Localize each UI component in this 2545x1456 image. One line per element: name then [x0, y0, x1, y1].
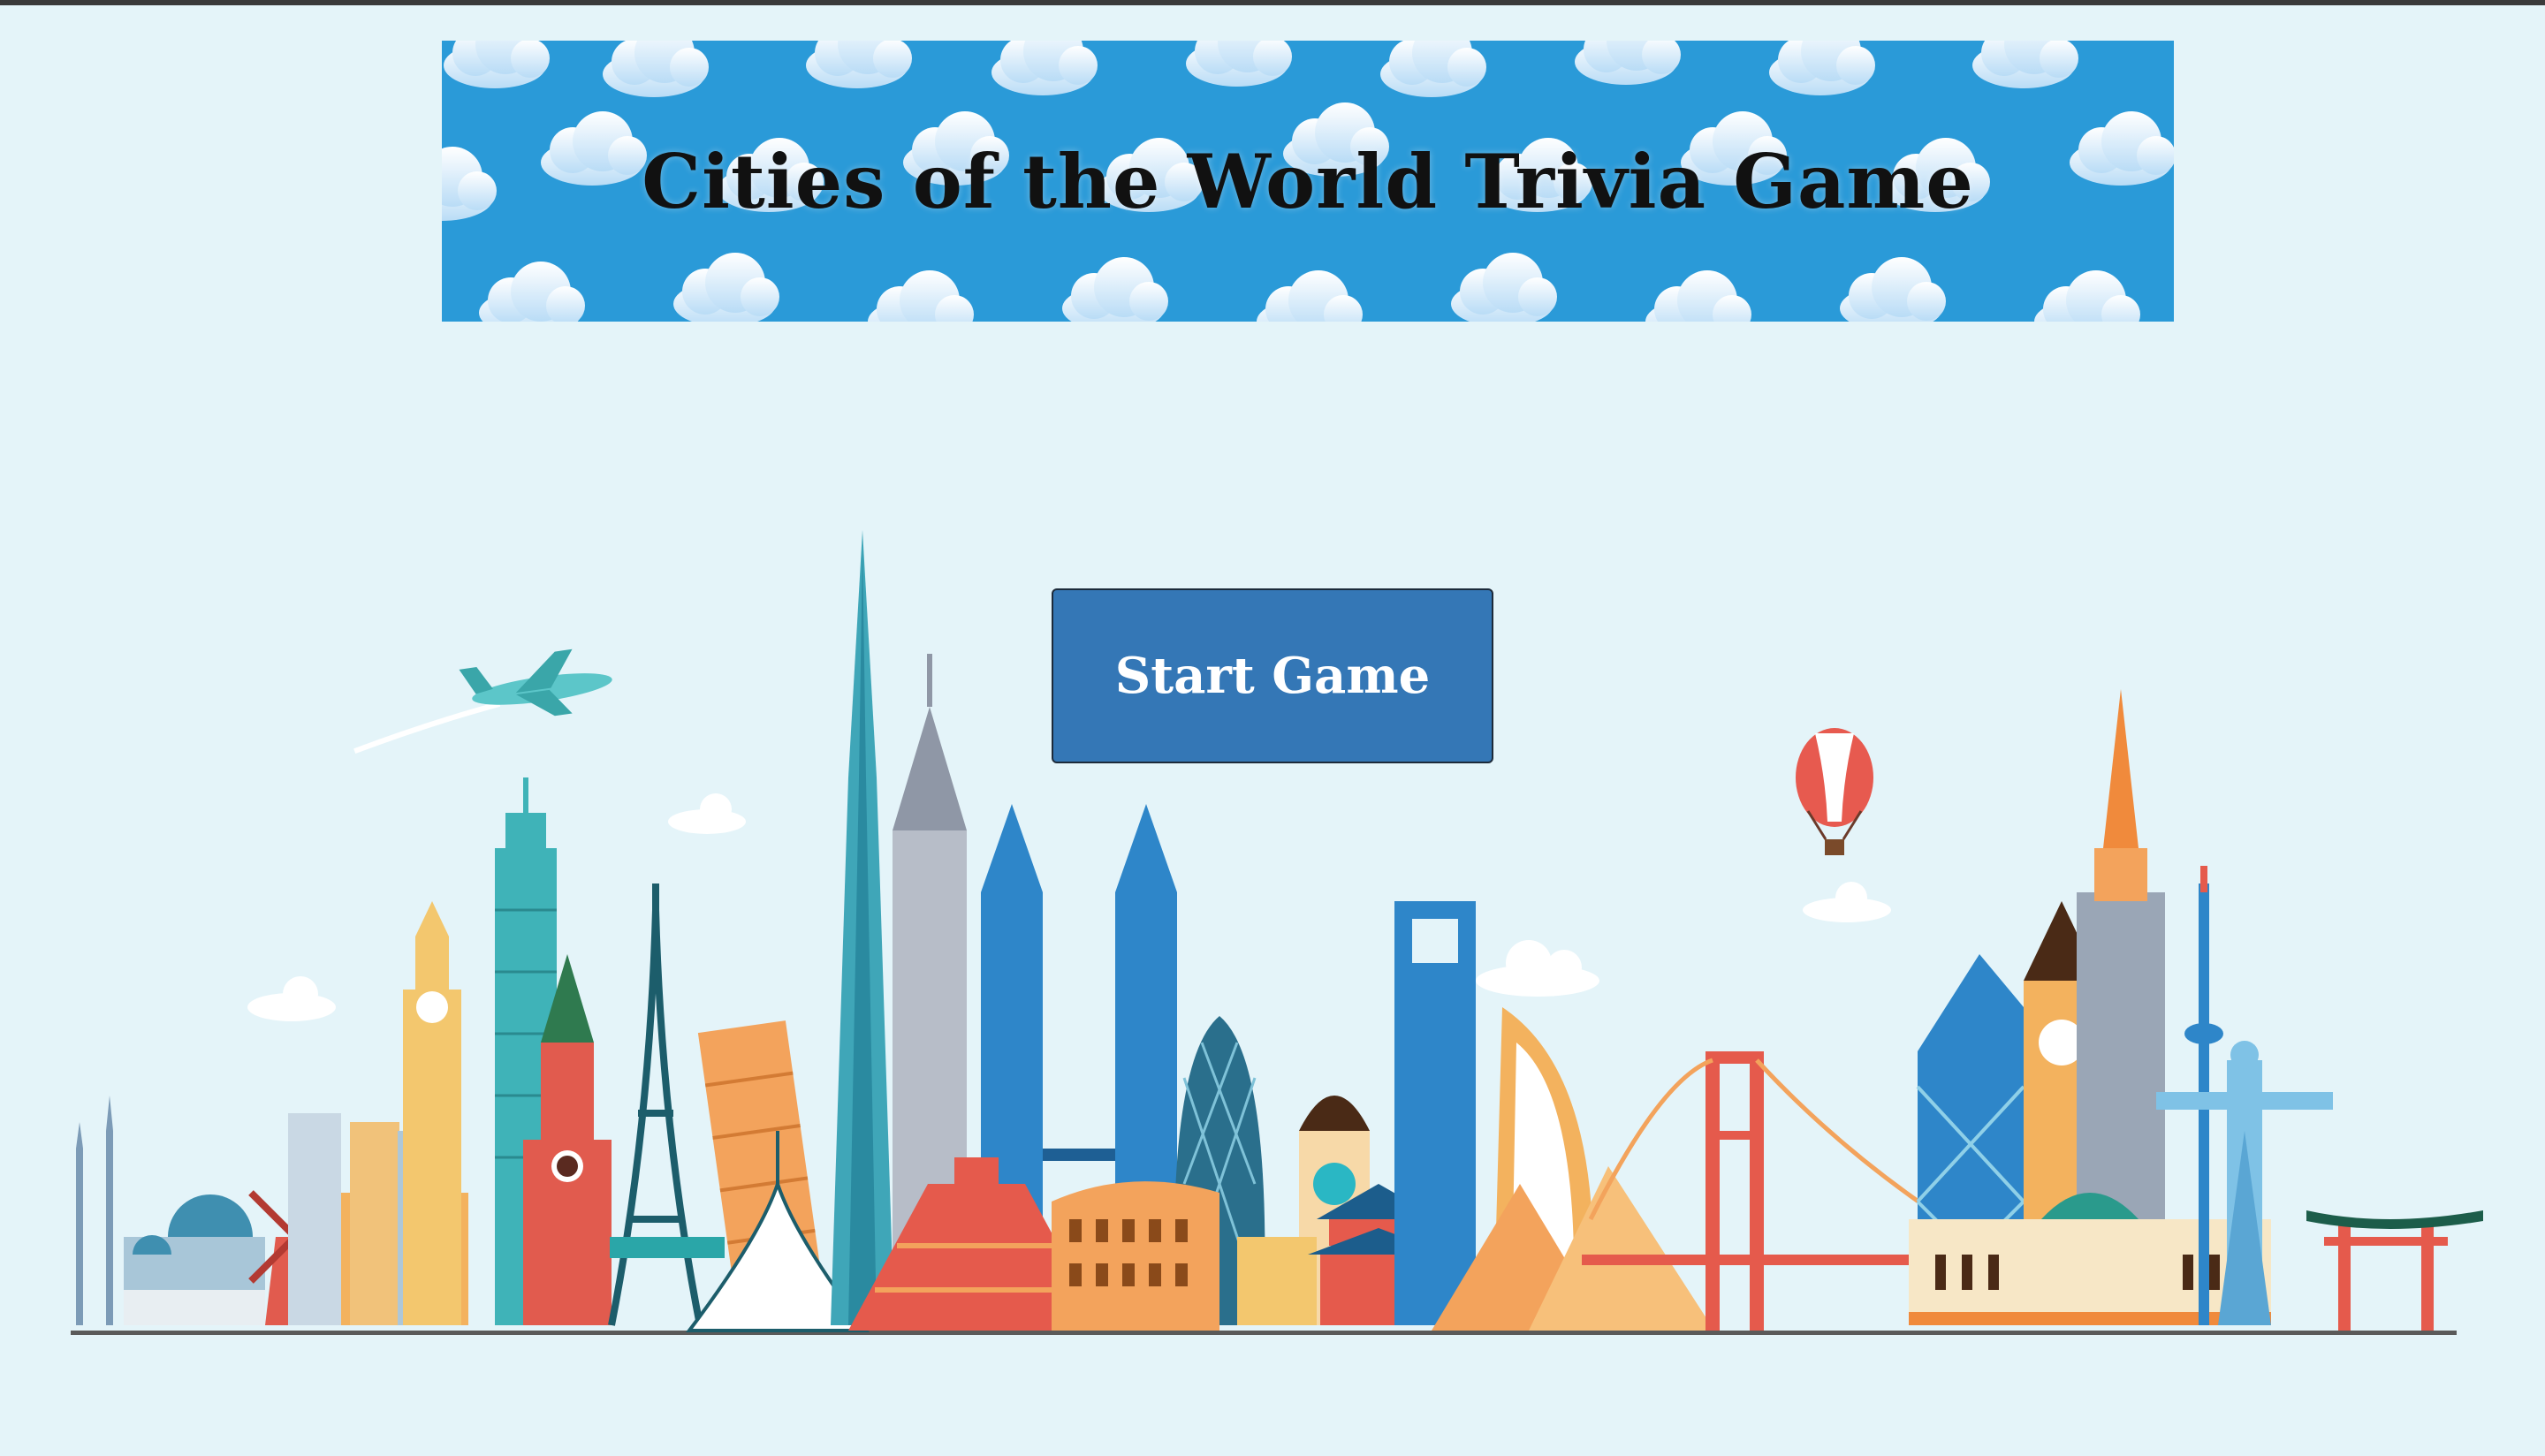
hot-air-balloon-icon: [1796, 728, 1873, 855]
title-banner: Cities of the World Trivia Game: [442, 41, 2174, 322]
decorative-clouds: [247, 793, 1891, 1021]
torii-gate-landmark: [2306, 1210, 2483, 1331]
burj-khalifa-landmark: [831, 530, 894, 1325]
ground-line: [71, 1331, 2457, 1335]
page-title: Cities of the World Trivia Game: [642, 137, 1974, 225]
clock-tower-landmark: [403, 901, 461, 1325]
shanghai-tower-landmark: [1394, 901, 1476, 1325]
mosque-landmark: [76, 1096, 265, 1325]
colosseum-landmark: [1052, 1181, 1219, 1331]
eiffel-tower-landmark: [608, 883, 703, 1326]
start-game-button[interactable]: Start Game: [1052, 588, 1493, 763]
airplane-icon: [353, 648, 612, 755]
window-top-border: [0, 0, 2545, 5]
eiffel-platform: [610, 1237, 725, 1258]
